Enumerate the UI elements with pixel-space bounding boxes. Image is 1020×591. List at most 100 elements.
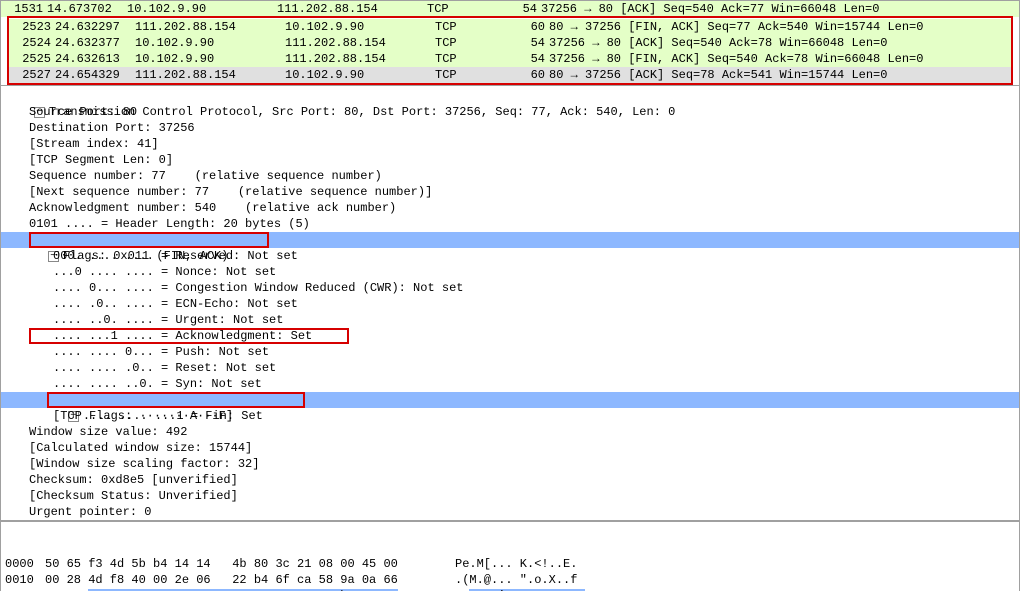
col-src: 10.102.9.90: [127, 1, 277, 17]
detail-row[interactable]: ...0 .... .... = Nonce: Not set: [1, 264, 1019, 280]
detail-row[interactable]: 000. .... .... = Reserved: Not set: [1, 248, 1019, 264]
col-dst: 111.202.88.154: [285, 35, 435, 51]
detail-text: [Stream index: 41]: [29, 137, 159, 151]
col-proto: TCP: [435, 51, 505, 67]
col-time: 24.632613: [55, 51, 135, 67]
col-no: 2524: [11, 35, 55, 51]
detail-text: 0101 .... = Header Length: 20 bytes (5): [29, 217, 310, 231]
detail-row[interactable]: Acknowledgment number: 540 (relative ack…: [1, 200, 1019, 216]
col-len: 54: [505, 51, 549, 67]
col-time: 14.673702: [47, 1, 127, 17]
detail-text: Destination Port: 37256: [29, 121, 195, 135]
col-len: 54: [497, 1, 541, 17]
detail-row[interactable]: [Window size scaling factor: 32]: [1, 456, 1019, 472]
packet-row[interactable]: 1531 14.673702 10.102.9.90 111.202.88.15…: [1, 1, 1019, 17]
hex-row[interactable]: 001000 28 4d f8 40 00 2e 06 22 b4 6f ca …: [5, 572, 1015, 588]
packet-details-pane: −Transmission Control Protocol, Src Port…: [0, 86, 1020, 521]
detail-row[interactable]: Urgent pointer: 0: [1, 504, 1019, 520]
col-src: 111.202.88.154: [135, 67, 285, 83]
col-proto: TCP: [427, 1, 497, 17]
detail-row[interactable]: [Calculated window size: 15744]: [1, 440, 1019, 456]
detail-text: [Calculated window size: 15744]: [29, 441, 252, 455]
col-info: 37256 → 80 [FIN, ACK] Seq=540 Ack=78 Win…: [549, 51, 1009, 67]
col-src: 111.202.88.154: [135, 19, 285, 35]
col-proto: TCP: [435, 35, 505, 51]
detail-text: Source Port: 80: [29, 105, 137, 119]
packet-list-pane: 1531 14.673702 10.102.9.90 111.202.88.15…: [0, 0, 1020, 86]
packet-row[interactable]: 252524.63261310.102.9.90111.202.88.154TC…: [9, 51, 1011, 67]
packet-selection-box: 252324.632297111.202.88.15410.102.9.90TC…: [7, 16, 1013, 85]
col-proto: TCP: [435, 67, 505, 83]
col-len: 54: [505, 35, 549, 51]
col-dst: 10.102.9.90: [285, 19, 435, 35]
detail-text: [Checksum Status: Unverified]: [29, 489, 238, 503]
detail-text: .... .... ..0. = Syn: Not set: [53, 377, 262, 391]
hex-ascii: Pe.M[... K.<!..E.: [455, 556, 1015, 572]
packet-row[interactable]: 252424.63237710.102.9.90111.202.88.154TC…: [9, 35, 1011, 51]
packet-row[interactable]: 252324.632297111.202.88.15410.102.9.90TC…: [9, 19, 1011, 35]
detail-text: Acknowledgment number: 540 (relative ack…: [29, 201, 396, 215]
hex-bytes: 00 28 4d f8 40 00 2e 06 22 b4 6f ca 58 9…: [45, 572, 455, 588]
tcp-header-row[interactable]: −Transmission Control Protocol, Src Port…: [1, 88, 1019, 104]
tcp-flags-summary-row[interactable]: [TCP Flags: ·······A···F]: [1, 408, 1019, 424]
detail-row[interactable]: Sequence number: 77 (relative sequence n…: [1, 168, 1019, 184]
detail-row[interactable]: [TCP Segment Len: 0]: [1, 152, 1019, 168]
detail-row[interactable]: [Checksum Status: Unverified]: [1, 488, 1019, 504]
hex-dump-pane: 000050 65 f3 4d 5b b4 14 14 4b 80 3c 21 …: [0, 521, 1020, 591]
col-dst: 111.202.88.154: [277, 1, 427, 17]
col-info: 37256 → 80 [ACK] Seq=540 Ack=78 Win=6604…: [549, 35, 1009, 51]
detail-row[interactable]: Checksum: 0xd8e5 [unverified]: [1, 472, 1019, 488]
detail-row[interactable]: .... .... ..0. = Syn: Not set: [1, 376, 1019, 392]
detail-text: .... ..0. .... = Urgent: Not set: [53, 313, 283, 327]
detail-row[interactable]: 0101 .... = Header Length: 20 bytes (5): [1, 216, 1019, 232]
detail-text: .... .0.. .... = ECN-Echo: Not set: [53, 297, 298, 311]
detail-row[interactable]: .... 0... .... = Congestion Window Reduc…: [1, 280, 1019, 296]
ack-flag-text: .... ...1 .... = Acknowledgment: Set: [53, 329, 312, 343]
detail-text: [Next sequence number: 77 (relative sequ…: [29, 185, 432, 199]
detail-text: [TCP Segment Len: 0]: [29, 153, 173, 167]
tcp-header-text: Transmission Control Protocol, Src Port:…: [49, 105, 676, 119]
detail-row[interactable]: [Next sequence number: 77 (relative sequ…: [1, 184, 1019, 200]
detail-text: ...0 .... .... = Nonce: Not set: [53, 265, 276, 279]
hex-offset: 0000: [5, 556, 45, 572]
detail-row[interactable]: .... ..0. .... = Urgent: Not set: [1, 312, 1019, 328]
ack-flag-row[interactable]: .... ...1 .... = Acknowledgment: Set: [1, 328, 1019, 344]
fin-flag-row[interactable]: +.... .... ...1 = Fin: Set: [1, 392, 1019, 408]
detail-row[interactable]: Destination Port: 37256: [1, 120, 1019, 136]
col-len: 60: [505, 67, 549, 83]
col-src: 10.102.9.90: [135, 51, 285, 67]
col-info: 80 → 37256 [FIN, ACK] Seq=77 Ack=540 Win…: [549, 19, 1009, 35]
detail-row[interactable]: [Stream index: 41]: [1, 136, 1019, 152]
tcp-flags-summary: [TCP Flags: ·······A···F]: [53, 409, 233, 423]
col-dst: 10.102.9.90: [285, 67, 435, 83]
detail-text: .... 0... .... = Congestion Window Reduc…: [53, 281, 463, 295]
detail-row[interactable]: .... .0.. .... = ECN-Echo: Not set: [1, 296, 1019, 312]
col-no: 2525: [11, 51, 55, 67]
detail-text: [Window size scaling factor: 32]: [29, 457, 259, 471]
col-time: 24.654329: [55, 67, 135, 83]
detail-row[interactable]: .... .... 0... = Push: Not set: [1, 344, 1019, 360]
hex-ascii: .(M.@... ".o.X..f: [455, 572, 1015, 588]
detail-text: 000. .... .... = Reserved: Not set: [53, 249, 298, 263]
detail-row[interactable]: .... .... .0.. = Reset: Not set: [1, 360, 1019, 376]
flags-header-row[interactable]: −Flags: 0x011 (FIN, ACK): [1, 232, 1019, 248]
col-info: 37256 → 80 [ACK] Seq=540 Ack=77 Win=6604…: [541, 1, 1017, 17]
col-no: 2523: [11, 19, 55, 35]
col-src: 10.102.9.90: [135, 35, 285, 51]
detail-text: Window size value: 492: [29, 425, 187, 439]
packet-row[interactable]: 252724.654329111.202.88.15410.102.9.90TC…: [9, 67, 1011, 83]
detail-row[interactable]: Window size value: 492: [1, 424, 1019, 440]
detail-text: Urgent pointer: 0: [29, 505, 151, 519]
col-len: 60: [505, 19, 549, 35]
hex-offset: 0010: [5, 572, 45, 588]
detail-text: Checksum: 0xd8e5 [unverified]: [29, 473, 238, 487]
hex-row[interactable]: 000050 65 f3 4d 5b b4 14 14 4b 80 3c 21 …: [5, 556, 1015, 572]
col-no: 2527: [11, 67, 55, 83]
detail-text: Sequence number: 77 (relative sequence n…: [29, 169, 382, 183]
detail-text: .... .... .0.. = Reset: Not set: [53, 361, 276, 375]
col-time: 24.632297: [55, 19, 135, 35]
col-info: 80 → 37256 [ACK] Seq=78 Ack=541 Win=1574…: [549, 67, 1009, 83]
detail-text: .... .... 0... = Push: Not set: [53, 345, 269, 359]
hex-bytes: 50 65 f3 4d 5b b4 14 14 4b 80 3c 21 08 0…: [45, 556, 455, 572]
col-dst: 111.202.88.154: [285, 51, 435, 67]
